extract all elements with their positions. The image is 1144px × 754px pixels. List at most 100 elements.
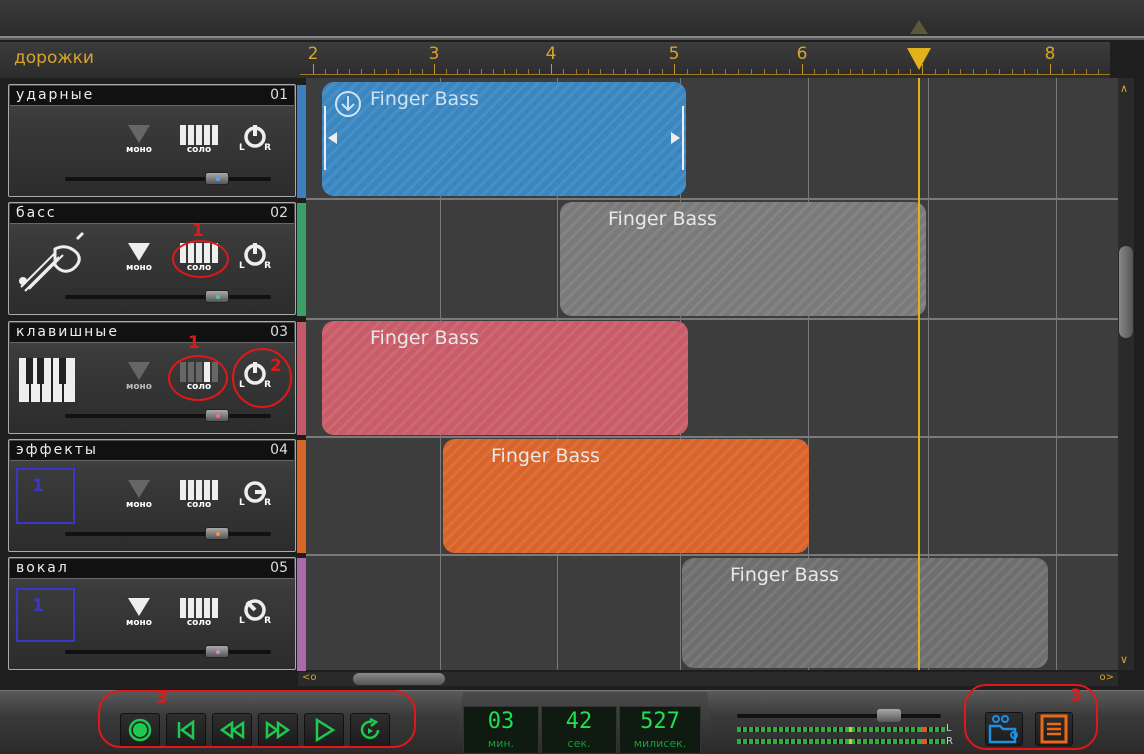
scroll-right-icon[interactable]: o> — [1100, 672, 1115, 683]
ruler-label: 6 — [796, 44, 808, 64]
solo-icon — [180, 480, 218, 500]
volume-knob[interactable] — [205, 527, 229, 540]
seconds-value: 42 — [565, 709, 593, 734]
track-drums[interactable]: ударные 01 моно соло L R — [8, 84, 306, 198]
pan-button[interactable]: L R — [235, 123, 275, 157]
ruler-label: 3 — [428, 44, 440, 64]
clip-finger-bass[interactable]: Finger Bass — [443, 439, 809, 553]
ruler-tick — [1024, 69, 1025, 74]
volume-slider[interactable] — [65, 527, 271, 540]
pan-button[interactable]: L R — [235, 241, 275, 275]
volume-slider[interactable] — [65, 645, 271, 658]
mono-icon — [128, 243, 150, 261]
ruler-tick — [349, 69, 350, 74]
timeline-area[interactable]: Finger Bass Finger Bass Finger Bass Fing… — [306, 78, 1118, 670]
pan-button[interactable]: L R — [235, 478, 275, 512]
ruler-tick — [886, 69, 887, 74]
solo-button[interactable]: соло — [179, 123, 219, 157]
volume-slider[interactable] — [65, 172, 271, 185]
ruler-tick — [700, 69, 701, 74]
mono-button[interactable]: моно — [119, 123, 159, 157]
clip-finger-bass[interactable]: Finger Bass — [322, 321, 688, 435]
ruler-tick — [674, 64, 675, 74]
ruler-tick — [313, 64, 314, 74]
ruler-tick — [751, 69, 752, 74]
download-icon[interactable] — [334, 90, 362, 118]
ruler-tick — [649, 69, 650, 74]
clip-finger-bass[interactable]: Finger Bass — [560, 202, 926, 316]
playhead-marker-ghost — [910, 20, 928, 34]
annotation-circle — [232, 348, 292, 408]
ruler-tick — [1050, 64, 1051, 74]
horizontal-scroll-thumb[interactable] — [353, 673, 445, 685]
track-number: 02 — [270, 205, 288, 221]
volume-knob[interactable] — [205, 172, 229, 185]
mono-button[interactable]: моно — [119, 360, 159, 394]
trim-left-icon[interactable] — [328, 132, 337, 144]
mono-icon — [128, 125, 150, 143]
annotation-circle — [168, 355, 228, 401]
mono-button[interactable]: моно — [119, 241, 159, 275]
track-name: клавишные — [16, 324, 119, 340]
trim-right-icon[interactable] — [671, 132, 680, 144]
ruler-tick — [687, 69, 688, 74]
pan-button[interactable]: L R — [235, 596, 275, 630]
mono-button[interactable]: моно — [119, 478, 159, 512]
volume-knob[interactable] — [205, 290, 229, 303]
clip-right-handle[interactable] — [682, 106, 684, 170]
ruler-label: 4 — [545, 44, 557, 64]
ruler-tick — [434, 64, 435, 74]
track-name: эффекты — [16, 442, 98, 458]
ruler-tick — [948, 69, 949, 74]
clip-left-handle[interactable] — [324, 106, 326, 170]
track-color-strip — [297, 203, 306, 316]
millis-unit: милисек. — [633, 737, 687, 750]
scroll-left-icon[interactable]: <o — [302, 672, 317, 683]
pan-left-label: L — [239, 498, 245, 508]
ruler-tick — [600, 69, 601, 74]
track-number: 05 — [270, 560, 288, 576]
volume-slider[interactable] — [65, 290, 271, 303]
tracks-header-label: дорожки — [14, 48, 94, 68]
level-meter-right — [737, 739, 945, 744]
ruler-tick — [410, 69, 411, 74]
ruler-tick — [539, 69, 540, 74]
vertical-scrollbar[interactable]: ∧ ∨ — [1118, 78, 1134, 670]
ruler-tick — [1062, 69, 1063, 74]
ruler-tick — [469, 69, 470, 74]
timeline-ruler[interactable]: 2 3 4 5 6 7 8 — [300, 42, 1110, 78]
tracks-header: дорожки — [0, 42, 300, 78]
master-volume-knob[interactable] — [877, 709, 901, 722]
master-section: L R — [735, 709, 955, 750]
solo-button[interactable]: соло — [179, 596, 219, 630]
clip-finger-bass[interactable]: Finger Bass — [682, 558, 1048, 668]
ruler-tick — [898, 69, 899, 74]
playhead-line[interactable] — [918, 78, 920, 670]
top-bar — [0, 0, 1144, 40]
scroll-down-icon[interactable]: ∨ — [1120, 653, 1128, 666]
volume-knob[interactable] — [205, 645, 229, 658]
track-bass[interactable]: басс 02 моно соло L R — [8, 202, 306, 316]
vertical-scroll-thumb[interactable] — [1119, 246, 1133, 338]
ruler-tick — [588, 69, 589, 74]
track-name: басс — [16, 205, 57, 221]
track-color-strip — [297, 85, 306, 198]
volume-knob[interactable] — [205, 409, 229, 422]
track-number: 04 — [270, 442, 288, 458]
ruler-tick — [613, 69, 614, 74]
ruler-tick — [398, 69, 399, 74]
solo-button[interactable]: соло — [179, 478, 219, 512]
ruler-label: 8 — [1044, 44, 1056, 64]
scroll-up-icon[interactable]: ∧ — [1120, 82, 1128, 95]
ruler-tick — [935, 69, 936, 74]
playhead-marker[interactable] — [907, 48, 931, 70]
mono-button[interactable]: моно — [119, 596, 159, 630]
master-volume-slider[interactable] — [737, 709, 941, 722]
volume-slider[interactable] — [65, 409, 271, 422]
pan-left-label: L — [239, 143, 245, 153]
track-color-strip — [297, 322, 306, 435]
solo-label: соло — [186, 618, 212, 628]
mono-label: моно — [126, 618, 152, 628]
ruler-tick — [838, 69, 839, 74]
clip-finger-bass[interactable]: Finger Bass — [322, 82, 686, 196]
